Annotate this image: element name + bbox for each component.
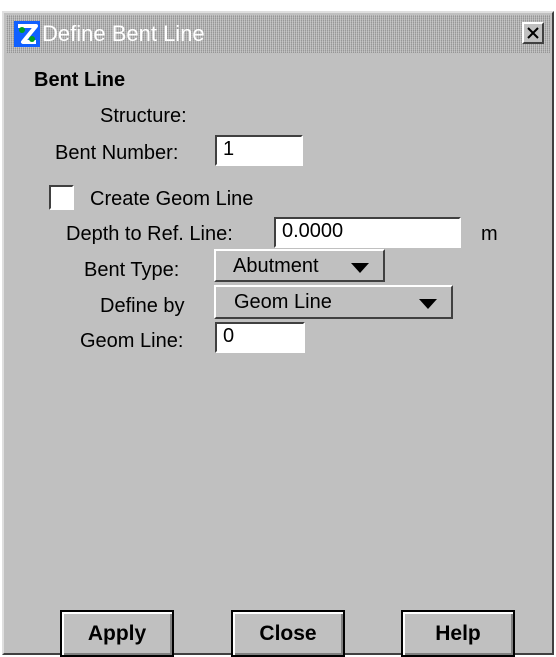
app-logo-icon — [14, 21, 40, 47]
bent-number-field[interactable]: 1 — [215, 135, 303, 166]
apply-button[interactable]: Apply — [60, 610, 174, 657]
define-by-dropdown[interactable]: Geom Line — [214, 285, 453, 319]
create-geom-line-label: Create Geom Line — [90, 188, 254, 210]
window-title: Define Bent Line — [42, 21, 205, 46]
close-icon — [527, 27, 539, 39]
geom-line-label: Geom Line: — [80, 330, 184, 352]
geom-line-field[interactable]: 0 — [215, 322, 305, 353]
title-bar[interactable]: Define Bent Line — [6, 15, 550, 53]
bent-type-label: Bent Type: — [84, 259, 180, 281]
group-title: Bent Line — [34, 69, 126, 91]
triangle-down-icon — [351, 263, 369, 273]
triangle-down-icon — [419, 299, 437, 309]
define-by-value: Geom Line — [234, 291, 332, 313]
create-geom-line-checkbox[interactable] — [49, 185, 74, 210]
help-button[interactable]: Help — [401, 610, 515, 657]
depth-to-ref-line-label: Depth to Ref. Line: — [66, 223, 233, 245]
bent-number-label: Bent Number: — [55, 142, 179, 164]
bent-type-value: Abutment — [233, 255, 319, 277]
define-by-label: Define by — [100, 295, 185, 317]
close-button[interactable]: Close — [231, 610, 345, 657]
structure-label: Structure: — [100, 105, 187, 127]
depth-to-ref-line-field[interactable]: 0.0000 — [274, 217, 461, 248]
depth-unit-label: m — [481, 223, 498, 245]
close-window-button[interactable] — [522, 22, 544, 44]
define-bent-line-dialog: Define Bent Line Bent Line Structure: Be… — [2, 11, 554, 657]
bent-type-dropdown[interactable]: Abutment — [214, 249, 385, 282]
